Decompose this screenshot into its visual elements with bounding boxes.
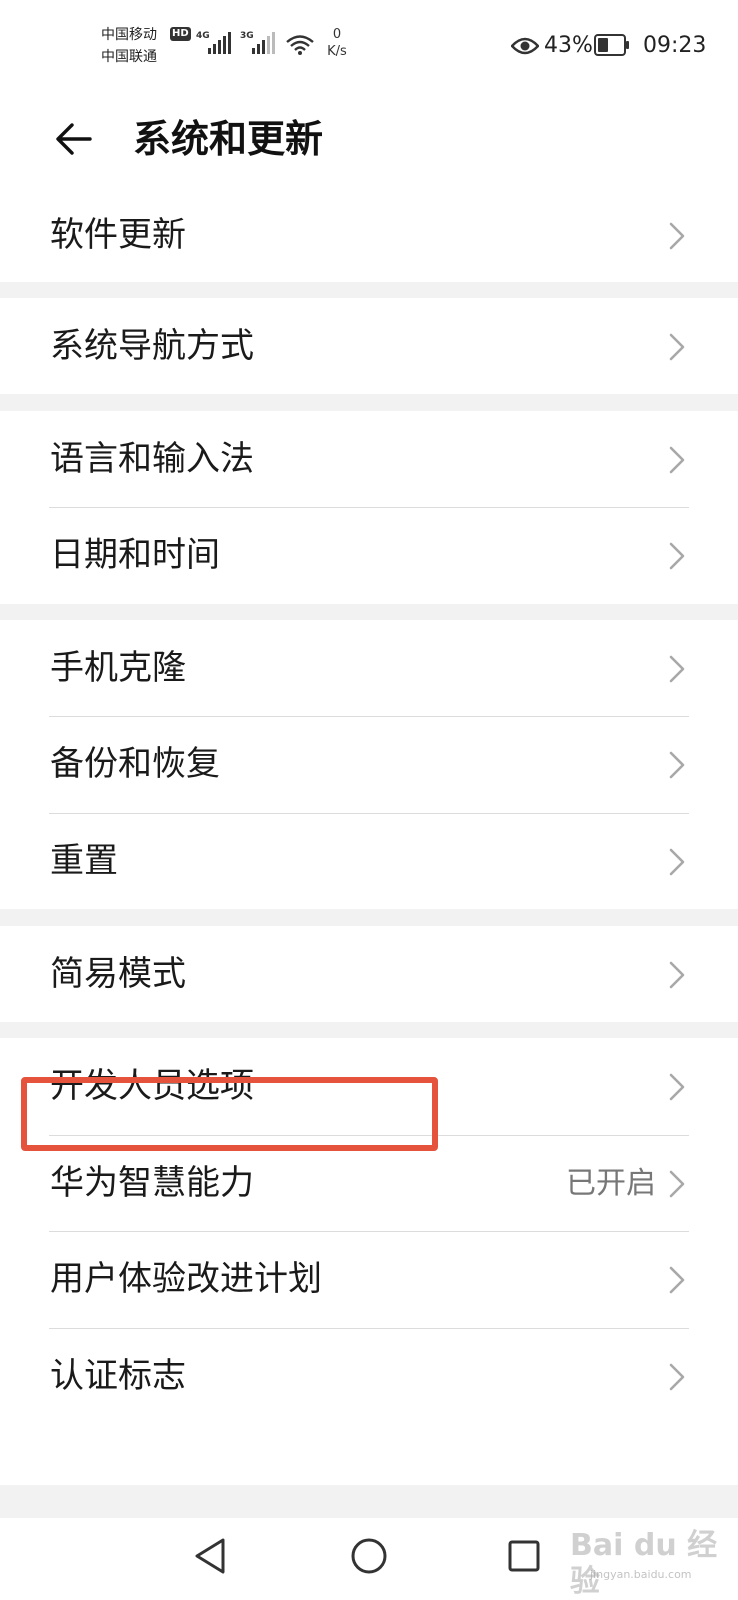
menu-item-user-experience[interactable]: 用户体验改进计划 bbox=[0, 1231, 738, 1328]
chevron-right-icon bbox=[669, 1073, 685, 1101]
highlight-box bbox=[21, 1077, 438, 1151]
triangle-back-icon[interactable] bbox=[193, 1537, 227, 1575]
menu-item-software-update[interactable]: 软件更新 bbox=[0, 187, 738, 284]
menu-item-label: 用户体验改进计划 bbox=[50, 1259, 322, 1299]
menu-item-label: 软件更新 bbox=[50, 215, 186, 255]
battery-percent: 43% bbox=[544, 33, 593, 58]
watermark-url: jingyan.baidu.com bbox=[590, 1568, 692, 1581]
arrow-left-icon[interactable] bbox=[50, 115, 98, 163]
chevron-right-icon bbox=[669, 848, 685, 876]
menu-item-label: 备份和恢复 bbox=[50, 744, 220, 784]
menu-item-backup-restore[interactable]: 备份和恢复 bbox=[0, 716, 738, 813]
menu-item-reset[interactable]: 重置 bbox=[0, 813, 738, 910]
carrier-2: 中国联通 bbox=[101, 49, 157, 65]
settings-screen: 中国移动 中国联通 HD 4G 3G 0 K/s 43% 09:23 系统和更新… bbox=[0, 0, 738, 1600]
menu-item-date-time[interactable]: 日期和时间 bbox=[0, 507, 738, 604]
header: 系统和更新 bbox=[0, 95, 738, 192]
menu-item-label: 语言和输入法 bbox=[50, 439, 254, 479]
menu-item-label: 日期和时间 bbox=[50, 535, 220, 575]
chevron-right-icon bbox=[669, 446, 685, 474]
signal-icon-2 bbox=[252, 32, 275, 54]
settings-group: 简易模式 bbox=[0, 926, 738, 1022]
chevron-right-icon bbox=[669, 1170, 685, 1198]
chevron-right-icon bbox=[669, 333, 685, 361]
chevron-right-icon bbox=[669, 1266, 685, 1294]
chevron-right-icon bbox=[669, 961, 685, 989]
menu-item-language-input[interactable]: 语言和输入法 bbox=[0, 411, 738, 508]
square-recent-icon[interactable] bbox=[508, 1540, 540, 1572]
menu-item-system-navigation[interactable]: 系统导航方式 bbox=[0, 298, 738, 395]
settings-group: 系统导航方式 bbox=[0, 298, 738, 394]
settings-group: 手机克隆 备份和恢复 重置 bbox=[0, 620, 738, 909]
signal-icon bbox=[208, 32, 231, 54]
chevron-right-icon bbox=[669, 751, 685, 779]
circle-home-icon[interactable] bbox=[350, 1537, 388, 1575]
network-speed: 0 K/s bbox=[322, 26, 352, 60]
clock: 09:23 bbox=[643, 33, 707, 58]
menu-item-label: 认证标志 bbox=[50, 1356, 186, 1396]
page-title: 系统和更新 bbox=[133, 117, 324, 161]
menu-item-certification[interactable]: 认证标志 bbox=[0, 1328, 738, 1425]
menu-item-phone-clone[interactable]: 手机克隆 bbox=[0, 620, 738, 717]
hd-badge: HD bbox=[170, 27, 191, 41]
settings-group: 语言和输入法 日期和时间 bbox=[0, 411, 738, 604]
carrier-labels: 中国移动 中国联通 bbox=[101, 24, 157, 68]
battery-icon bbox=[594, 34, 629, 56]
menu-item-simple-mode[interactable]: 简易模式 bbox=[0, 926, 738, 1023]
menu-item-label: 重置 bbox=[50, 841, 118, 881]
speed-value: 0 bbox=[332, 27, 342, 42]
status-bar: 中国移动 中国联通 HD 4G 3G 0 K/s 43% 09:23 bbox=[0, 0, 738, 95]
settings-group: 软件更新 bbox=[0, 192, 738, 282]
chevron-right-icon bbox=[669, 222, 685, 250]
speed-unit: K/s bbox=[327, 44, 347, 59]
menu-item-status: 已开启 bbox=[566, 1166, 656, 1201]
chevron-right-icon bbox=[669, 542, 685, 570]
menu-item-label: 手机克隆 bbox=[50, 648, 186, 688]
menu-item-label: 简易模式 bbox=[50, 954, 186, 994]
watermark-logo: Bai du 经验 bbox=[570, 1528, 718, 1599]
eye-icon bbox=[511, 37, 539, 55]
wifi-icon bbox=[286, 35, 314, 55]
chevron-right-icon bbox=[669, 655, 685, 683]
navigation-bar: Bai du 经验 jingyan.baidu.com bbox=[0, 1518, 738, 1600]
menu-item-label: 系统导航方式 bbox=[50, 326, 254, 366]
carrier-1: 中国移动 bbox=[101, 27, 157, 43]
chevron-right-icon bbox=[669, 1363, 685, 1391]
